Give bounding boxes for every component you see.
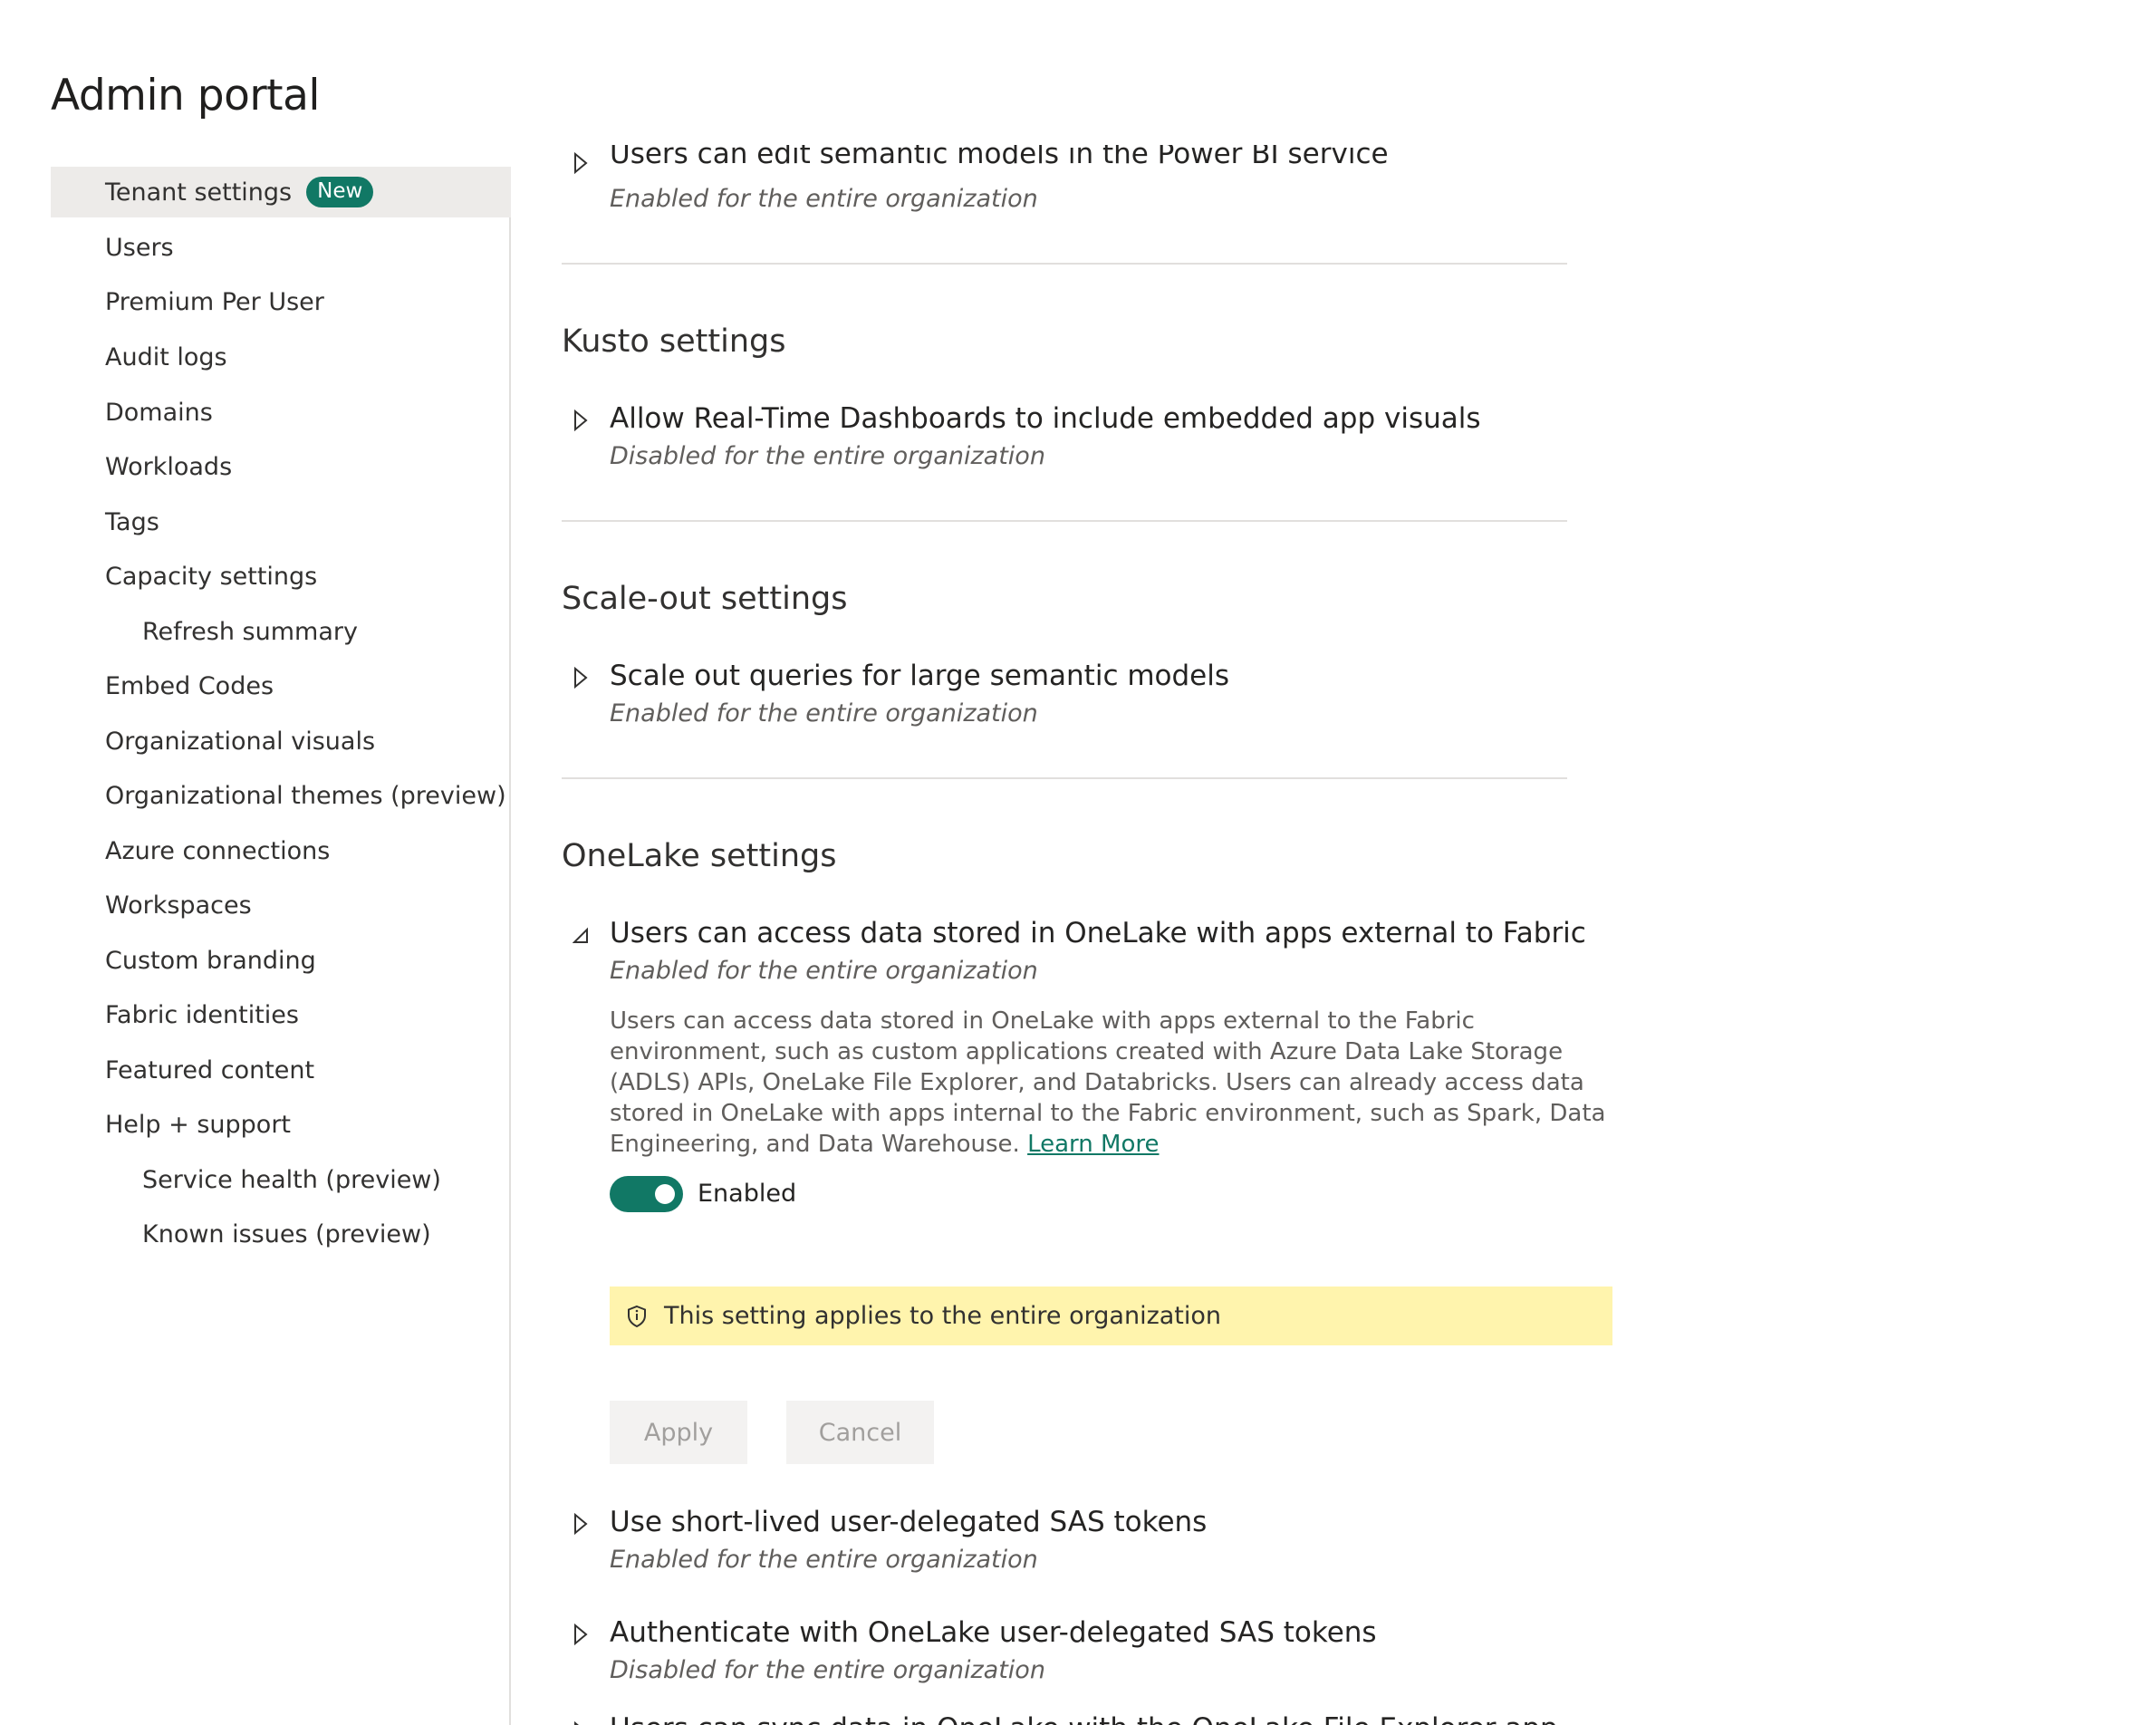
new-badge: New bbox=[306, 177, 374, 207]
sidebar-item-workspaces[interactable]: Workspaces bbox=[51, 880, 511, 930]
learn-more-link[interactable]: Learn More bbox=[1027, 1131, 1159, 1158]
chevron-right-icon[interactable] bbox=[573, 1513, 589, 1535]
sidebar-item-help-support[interactable]: Help + support bbox=[51, 1099, 511, 1150]
sidebar-item-premium-per-user[interactable]: Premium Per User bbox=[51, 276, 511, 327]
sidebar-item-audit-logs[interactable]: Audit logs bbox=[51, 332, 511, 382]
page-title: Admin portal bbox=[51, 71, 320, 120]
enabled-toggle[interactable] bbox=[610, 1176, 683, 1212]
sidebar-item-known-issues[interactable]: Known issues (preview) bbox=[51, 1209, 511, 1259]
section-title-scaleout: Scale-out settings bbox=[562, 581, 848, 617]
sidebar-item-refresh-summary[interactable]: Refresh summary bbox=[51, 606, 511, 657]
sidebar-item-custom-branding[interactable]: Custom branding bbox=[51, 935, 511, 986]
sidebar: Tenant settings New Users Premium Per Us… bbox=[51, 167, 511, 1725]
chevron-right-icon[interactable] bbox=[573, 667, 589, 689]
apply-button[interactable]: Apply bbox=[610, 1401, 747, 1464]
banner-text: This setting applies to the entire organ… bbox=[664, 1302, 1222, 1330]
setting-status: Disabled for the entire organization bbox=[610, 1656, 1045, 1684]
chevron-right-icon[interactable] bbox=[573, 1624, 589, 1645]
sidebar-item-label: Tenant settings bbox=[105, 178, 293, 207]
cancel-button[interactable]: Cancel bbox=[786, 1401, 934, 1464]
sidebar-item-azure-connections[interactable]: Azure connections bbox=[51, 825, 511, 876]
section-divider bbox=[562, 263, 1567, 265]
sidebar-item-workloads[interactable]: Workloads bbox=[51, 441, 511, 492]
sidebar-item-tags[interactable]: Tags bbox=[51, 496, 511, 547]
setting-description: Users can access data stored in OneLake … bbox=[610, 1006, 1612, 1160]
chevron-expanded-icon[interactable] bbox=[573, 926, 589, 948]
chevron-right-icon[interactable] bbox=[573, 410, 589, 431]
setting-title-authenticate-sas[interactable]: Authenticate with OneLake user-delegated… bbox=[610, 1616, 1377, 1649]
sidebar-item-domains[interactable]: Domains bbox=[51, 387, 511, 438]
setting-status: Enabled for the entire organization bbox=[610, 185, 1038, 213]
setting-title-realtime-dashboards[interactable]: Allow Real-Time Dashboards to include em… bbox=[610, 402, 1481, 435]
section-title-kusto: Kusto settings bbox=[562, 323, 786, 360]
section-divider bbox=[562, 777, 1567, 779]
setting-title-onelake-external-apps[interactable]: Users can access data stored in OneLake … bbox=[610, 917, 1586, 949]
setting-title-scale-out-queries[interactable]: Scale out queries for large semantic mod… bbox=[610, 660, 1229, 692]
setting-title-edit-semantic-models[interactable]: Users can edit semantic models in the Po… bbox=[610, 145, 1389, 170]
setting-status: Enabled for the entire organization bbox=[610, 957, 1038, 985]
setting-status: Disabled for the entire organization bbox=[610, 442, 1045, 470]
sidebar-item-featured-content[interactable]: Featured content bbox=[51, 1045, 511, 1095]
sidebar-item-embed-codes[interactable]: Embed Codes bbox=[51, 660, 511, 711]
setting-title-onelake-file-explorer[interactable]: Users can sync data in OneLake with the … bbox=[610, 1712, 1558, 1725]
sidebar-item-users[interactable]: Users bbox=[51, 222, 511, 273]
toggle-knob bbox=[655, 1184, 675, 1204]
sidebar-item-service-health[interactable]: Service health (preview) bbox=[51, 1154, 511, 1205]
setting-status: Enabled for the entire organization bbox=[610, 699, 1038, 728]
sidebar-item-organizational-visuals[interactable]: Organizational visuals bbox=[51, 716, 511, 766]
chevron-right-icon[interactable] bbox=[573, 152, 589, 174]
section-divider bbox=[562, 520, 1567, 522]
toggle-label: Enabled bbox=[698, 1180, 797, 1208]
chevron-right-icon[interactable] bbox=[573, 1721, 589, 1725]
shield-info-icon bbox=[628, 1305, 646, 1327]
setting-status: Enabled for the entire organization bbox=[610, 1546, 1038, 1574]
sidebar-item-fabric-identities[interactable]: Fabric identities bbox=[51, 989, 511, 1040]
sidebar-item-capacity-settings[interactable]: Capacity settings bbox=[51, 551, 511, 602]
setting-title-short-lived-sas[interactable]: Use short-lived user-delegated SAS token… bbox=[610, 1506, 1207, 1538]
org-wide-banner: This setting applies to the entire organ… bbox=[610, 1287, 1612, 1345]
section-title-onelake: OneLake settings bbox=[562, 838, 837, 874]
sidebar-item-organizational-themes[interactable]: Organizational themes (preview) bbox=[51, 770, 511, 821]
settings-content: Users can edit semantic models in the Po… bbox=[562, 145, 1612, 1725]
sidebar-item-tenant-settings[interactable]: Tenant settings New bbox=[51, 167, 511, 217]
